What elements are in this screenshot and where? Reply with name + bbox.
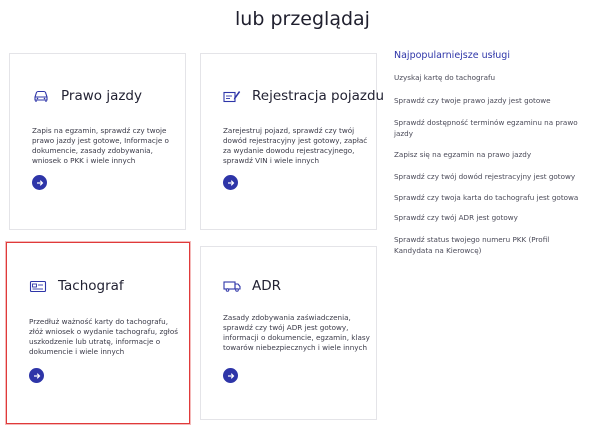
arrow-button[interactable] bbox=[223, 175, 238, 190]
service-link[interactable]: Sprawdź dostępność terminów egzaminu na … bbox=[394, 118, 584, 139]
arrow-button[interactable] bbox=[223, 368, 238, 383]
service-link[interactable]: Sprawdź czy twoja karta do tachografu je… bbox=[394, 193, 594, 204]
section-heading: lub przeglądaj bbox=[235, 8, 370, 30]
card-adr[interactable]: ADR Zasady zdobywania zaświadczenia, spr… bbox=[200, 246, 377, 420]
arrow-right-icon bbox=[227, 372, 234, 379]
service-link[interactable]: Sprawdź czy twój ADR jest gotowy bbox=[394, 213, 594, 224]
card-title: Tachograf bbox=[58, 278, 124, 294]
card-description: Zapis na egzamin, sprawdź czy twoje praw… bbox=[32, 126, 169, 165]
card-description: Zasady zdobywania zaświadczenia, sprawdź… bbox=[223, 313, 370, 352]
car-icon bbox=[34, 90, 48, 102]
card-title: ADR bbox=[252, 278, 282, 294]
arrow-right-icon bbox=[33, 372, 40, 379]
card-rejestracja-pojazdu[interactable]: Rejestracja pojazdu Zarejestruj pojazd, … bbox=[200, 53, 384, 230]
service-link[interactable]: Sprawdź czy twój dowód rejestracyjny jes… bbox=[394, 172, 594, 183]
arrow-right-icon bbox=[227, 179, 234, 186]
card-description: Zarejestruj pojazd, sprawdź czy twój dow… bbox=[223, 126, 368, 165]
card-tachograf[interactable]: Tachograf Przedłuż ważność karty do tach… bbox=[6, 242, 190, 424]
service-link[interactable]: Uzyskaj kartę do tachografu bbox=[394, 73, 594, 84]
arrow-right-icon bbox=[36, 179, 43, 186]
card-description: Przedłuż ważność karty do tachografu, zł… bbox=[29, 317, 178, 356]
service-link[interactable]: Sprawdź czy twoje prawo jazdy jest gotow… bbox=[394, 96, 594, 107]
card-title: Prawo jazdy bbox=[61, 88, 142, 104]
tachograph-card-icon bbox=[29, 280, 47, 293]
arrow-button[interactable] bbox=[29, 368, 44, 383]
service-link[interactable]: Zapisz się na egzamin na prawo jazdy bbox=[394, 150, 594, 161]
arrow-button[interactable] bbox=[32, 175, 47, 190]
registration-icon bbox=[223, 91, 241, 103]
popular-services-title: Najpopularniejsze usługi bbox=[394, 50, 510, 61]
card-title: Rejestracja pojazdu bbox=[252, 88, 385, 104]
card-prawo-jazdy[interactable]: Prawo jazdy Zapis na egzamin, sprawdź cz… bbox=[9, 53, 186, 230]
service-link[interactable]: Sprawdź status twojego numeru PKK (Profi… bbox=[394, 235, 584, 256]
truck-icon bbox=[223, 281, 241, 292]
